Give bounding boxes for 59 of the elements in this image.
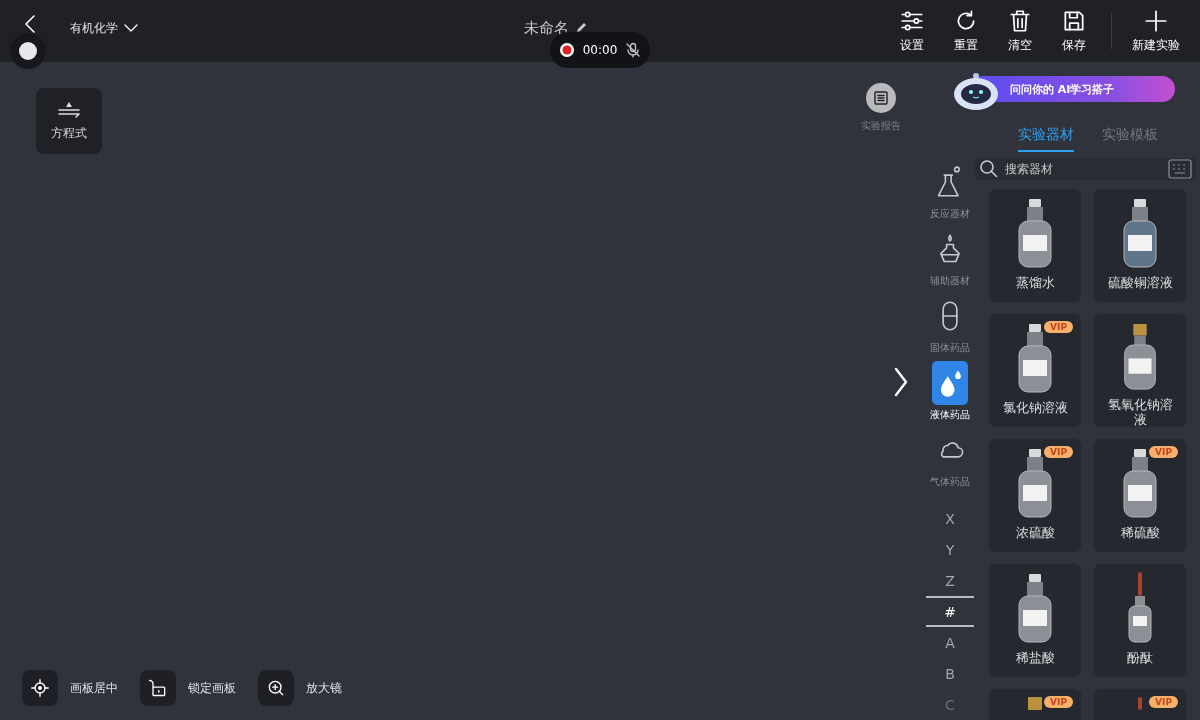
back-button[interactable] — [22, 15, 38, 33]
toolbar-button[interactable]: 重置 — [939, 8, 993, 54]
canvas-tool-button[interactable]: 画板居中 — [22, 670, 118, 706]
list-icon — [873, 90, 889, 106]
plus-icon — [1143, 8, 1169, 34]
toolbar-button[interactable]: 设置 — [885, 8, 939, 54]
unlock-icon — [148, 678, 168, 698]
mic-muted-icon[interactable] — [625, 42, 642, 58]
category-tab[interactable]: 反应器材 — [925, 160, 975, 227]
reagent-card[interactable]: VIP 浓硫酸 — [988, 438, 1082, 553]
reagent-card[interactable]: 稀盐酸 — [988, 563, 1082, 678]
reagent-card[interactable]: 蒸馏水 — [988, 188, 1082, 303]
sliders-icon — [899, 8, 925, 34]
keyboard-icon — [1168, 159, 1192, 179]
reagent-card[interactable]: 氢氧化钠溶液 — [1093, 313, 1187, 428]
vip-badge: VIP — [1044, 446, 1073, 458]
reagent-card[interactable]: VIP 稀硫酸 — [1093, 438, 1187, 553]
save-icon — [1061, 8, 1087, 34]
trash-icon — [1007, 8, 1033, 34]
toolbar-button[interactable]: 保存 — [1047, 8, 1101, 54]
canvas-tool-button[interactable]: 放大镜 — [258, 670, 342, 706]
index-letter[interactable]: # — [926, 596, 974, 627]
vip-badge: VIP — [1044, 321, 1073, 333]
subject-dropdown[interactable]: 有机化学 — [70, 19, 138, 37]
toolbar-button[interactable]: 新建实验 — [1122, 8, 1190, 54]
category-tab[interactable]: 液体药品 — [925, 361, 975, 428]
index-letter[interactable]: Y — [926, 534, 974, 565]
keyboard-button[interactable] — [1168, 158, 1192, 180]
vip-badge: VIP — [1149, 446, 1178, 458]
reagent-card[interactable]: 硫酸铜溶液 — [1093, 188, 1187, 303]
search-icon — [979, 159, 999, 179]
recording-time: 00:00 — [582, 43, 618, 57]
chevron-right-icon — [893, 367, 909, 397]
dropper-drawing — [1138, 697, 1142, 710]
category-tab[interactable]: 辅助器材 — [925, 227, 975, 294]
equation-button[interactable]: 方程式 — [36, 88, 102, 154]
back-icon — [24, 14, 36, 34]
vip-badge: VIP — [1044, 696, 1073, 708]
reagent-card[interactable]: 酚酞 — [1093, 563, 1187, 678]
pencil-icon[interactable] — [575, 21, 589, 35]
index-letter[interactable]: A — [926, 627, 974, 658]
record-icon[interactable] — [558, 42, 575, 58]
index-letter[interactable]: X — [926, 503, 974, 534]
vip-badge: VIP — [1149, 696, 1178, 708]
index-letter[interactable]: Z — [926, 565, 974, 596]
search-field[interactable]: 搜索器材 — [1003, 161, 1164, 177]
canvas-tool-button[interactable]: 锁定画板 — [140, 670, 236, 706]
reagent-card[interactable]: VIP 氯化钠溶液 — [988, 313, 1082, 428]
index-letter[interactable]: B — [926, 658, 974, 689]
panel-tab[interactable]: 实验器材 — [1017, 122, 1074, 152]
zoom-in-icon — [266, 678, 286, 698]
toolbar-button[interactable]: 清空 — [993, 8, 1047, 54]
search-bar[interactable]: 搜索器材 — [975, 158, 1196, 180]
category-tab[interactable]: 固体药品 — [925, 294, 975, 361]
crosshair-icon — [30, 678, 50, 698]
bottle-cap-drawing — [1028, 697, 1042, 710]
chevron-down-icon — [124, 23, 138, 33]
category-tab[interactable]: 气体药品 — [925, 428, 975, 495]
equation-icon — [57, 100, 81, 119]
